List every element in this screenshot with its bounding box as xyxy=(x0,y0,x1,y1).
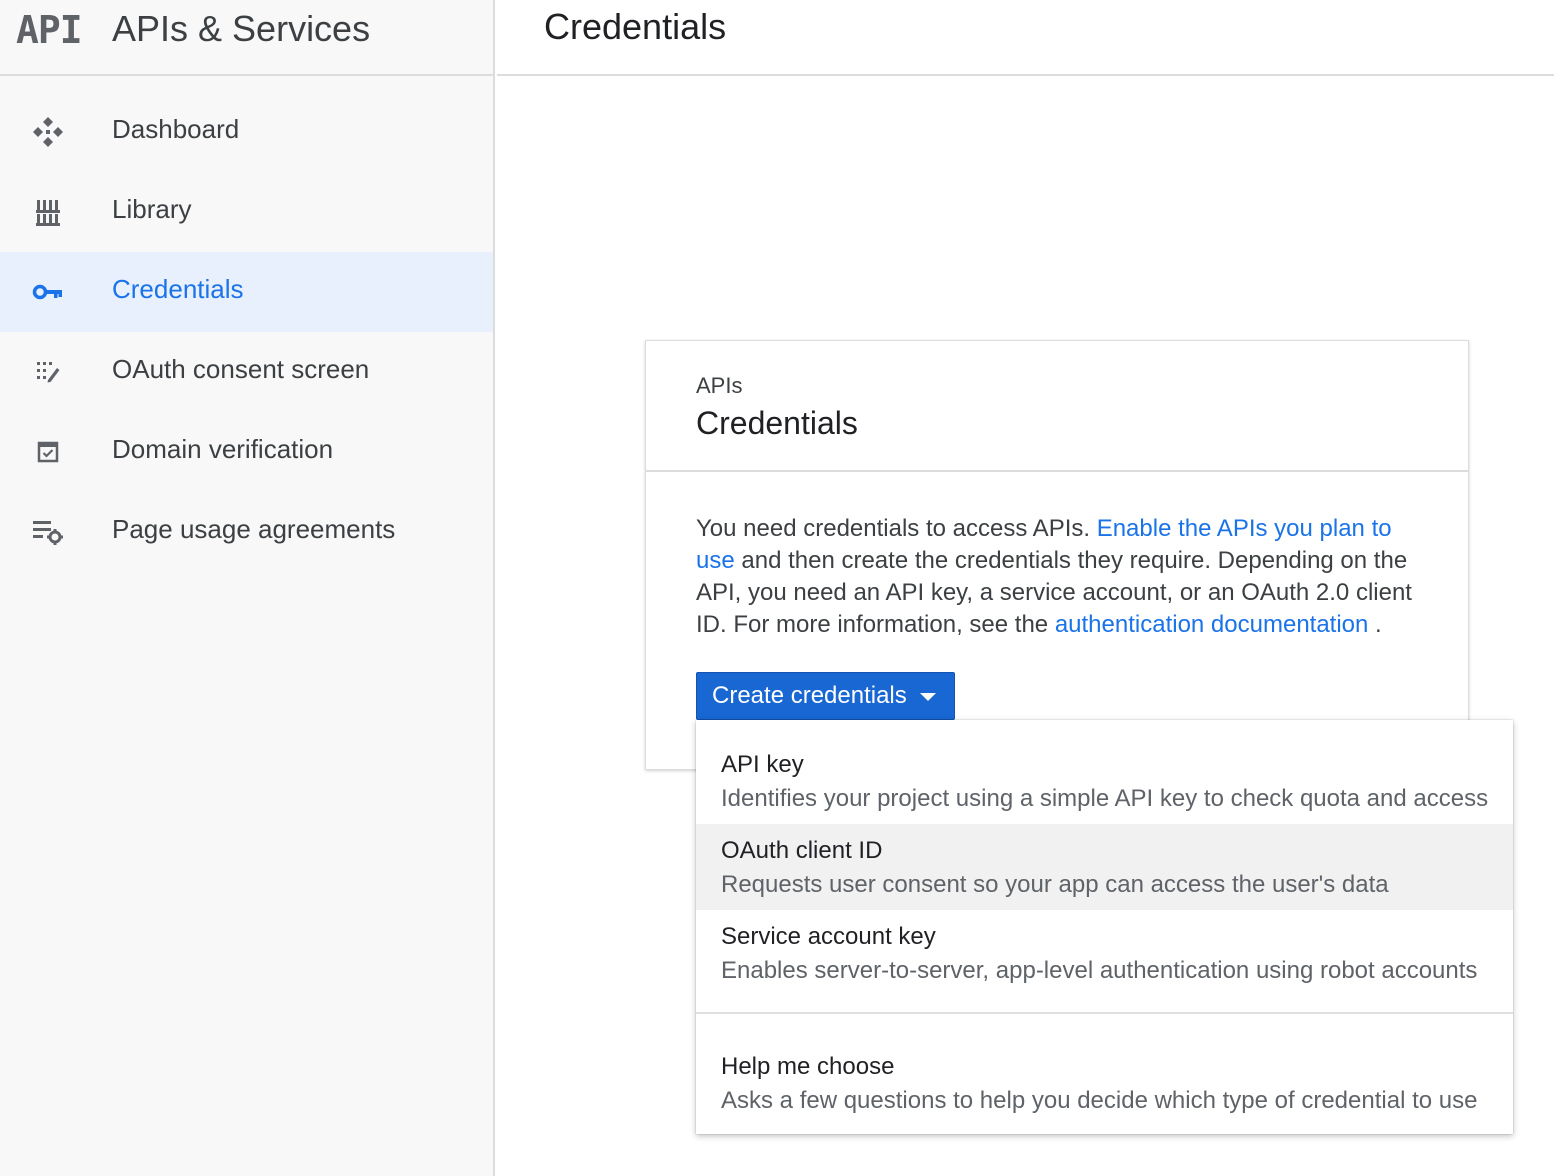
menu-item-title: Service account key xyxy=(721,923,936,950)
menu-item-title: API key xyxy=(721,751,804,778)
description-text: . xyxy=(1368,611,1382,638)
dashboard-icon xyxy=(30,116,66,148)
sidebar-item-credentials[interactable]: Credentials xyxy=(0,252,493,332)
sidebar-nav: Dashboard Library Credentials OAuth cons… xyxy=(0,92,493,572)
card-subtitle: APIs xyxy=(696,373,743,398)
menu-item-oauth-client-id[interactable]: OAuth client ID Requests user consent so… xyxy=(696,824,1513,910)
card-header: APIs Credentials xyxy=(646,341,1468,472)
menu-item-service-account-key[interactable]: Service account key Enables server-to-se… xyxy=(696,910,1513,1012)
create-credentials-menu: API key Identifies your project using a … xyxy=(696,720,1513,1134)
library-icon xyxy=(30,196,66,228)
page-title: Credentials xyxy=(544,6,727,47)
menu-item-title: Help me choose xyxy=(721,1053,895,1080)
sidebar-item-label: Page usage agreements xyxy=(112,514,396,544)
api-logo: API xyxy=(16,8,83,52)
menu-item-description: Requests user consent so your app can ac… xyxy=(721,871,1389,898)
sidebar-item-domain-verification[interactable]: Domain verification xyxy=(0,412,493,492)
settings-list-icon xyxy=(30,516,66,548)
checkbox-icon xyxy=(30,436,66,468)
sidebar-item-oauth-consent[interactable]: OAuth consent screen xyxy=(0,332,493,412)
menu-item-description: Asks a few questions to help you decide … xyxy=(721,1087,1478,1114)
consent-icon xyxy=(30,356,66,388)
sidebar-item-library[interactable]: Library xyxy=(0,172,493,252)
sidebar-item-page-usage[interactable]: Page usage agreements xyxy=(0,492,493,572)
sidebar-item-label: Domain verification xyxy=(112,434,334,464)
sidebar-item-label: OAuth consent screen xyxy=(112,354,370,384)
menu-item-description: Enables server-to-server, app-level auth… xyxy=(721,957,1478,984)
product-title[interactable]: APIs & Services xyxy=(112,8,370,50)
create-credentials-button[interactable]: Create credentials xyxy=(696,672,955,720)
authentication-documentation-link[interactable]: authentication documentation xyxy=(1055,611,1369,638)
caret-down-icon xyxy=(920,693,936,701)
create-credentials-label: Create credentials xyxy=(712,682,907,709)
sidebar-item-label: Credentials xyxy=(112,274,244,304)
menu-item-title: OAuth client ID xyxy=(721,837,883,864)
main-header: Credentials xyxy=(497,0,1554,76)
key-icon xyxy=(30,276,66,308)
sidebar: API APIs & Services Dashboard Library Cr… xyxy=(0,0,495,1176)
sidebar-item-label: Library xyxy=(112,194,192,224)
card-title: Credentials xyxy=(696,405,858,441)
sidebar-item-dashboard[interactable]: Dashboard xyxy=(0,92,493,172)
credentials-card: APIs Credentials You need credentials to… xyxy=(645,340,1469,770)
sidebar-item-label: Dashboard xyxy=(112,114,240,144)
menu-item-api-key[interactable]: API key Identifies your project using a … xyxy=(696,720,1513,824)
menu-item-help-me-choose[interactable]: Help me choose Asks a few questions to h… xyxy=(696,1014,1513,1134)
description-text: You need credentials to access APIs. xyxy=(696,515,1097,542)
menu-item-description: Identifies your project using a simple A… xyxy=(721,785,1489,812)
sidebar-header: API APIs & Services xyxy=(0,0,493,76)
card-description: You need credentials to access APIs. Ena… xyxy=(696,513,1416,641)
